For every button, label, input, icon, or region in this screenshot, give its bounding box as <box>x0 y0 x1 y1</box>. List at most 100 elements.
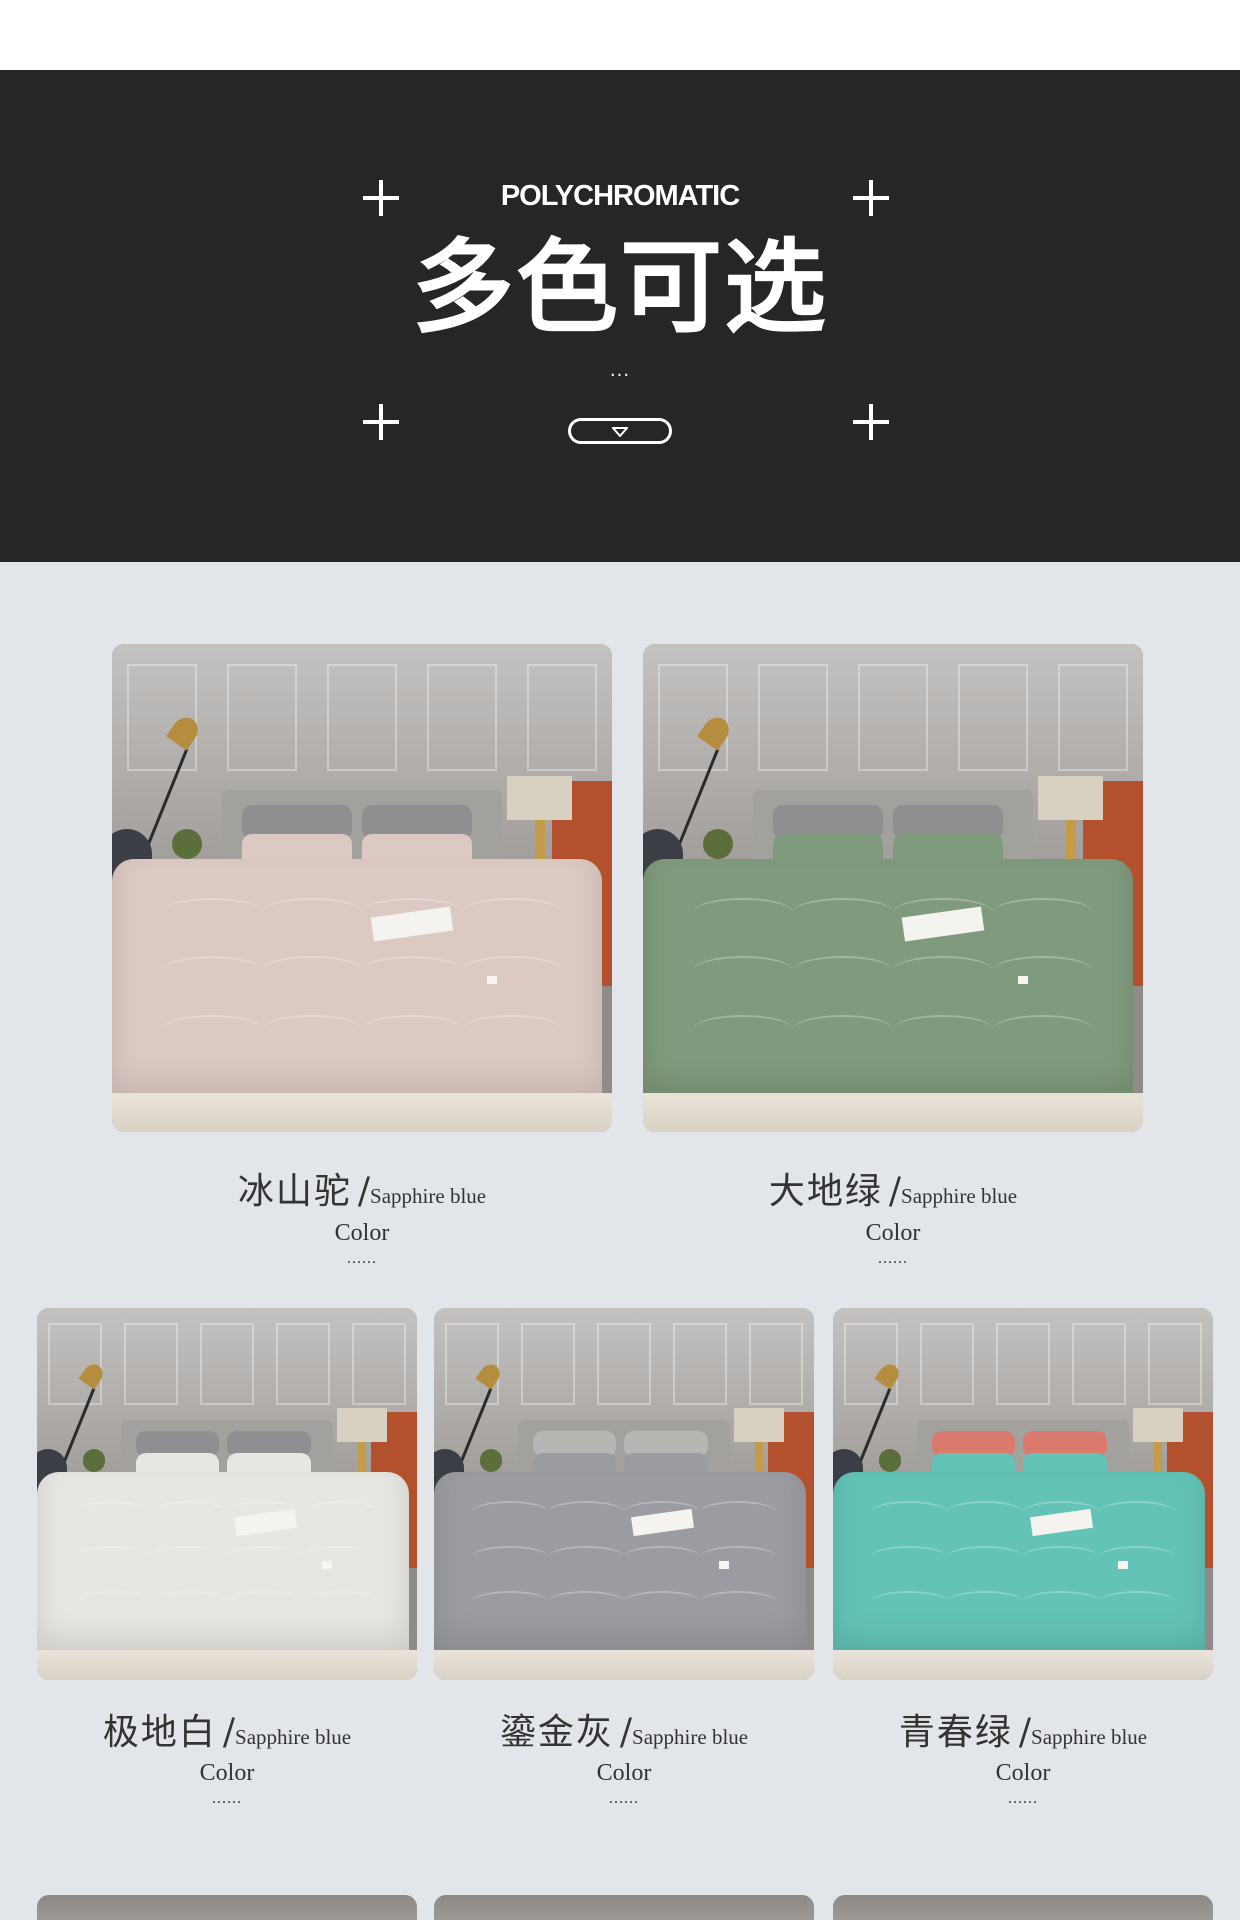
product-card-partial[interactable] <box>833 1895 1213 1920</box>
quilt-stitch <box>151 1546 227 1568</box>
color-label: Color <box>865 1220 921 1246</box>
color-label: Color <box>995 1760 1051 1786</box>
table-lamp <box>337 1408 387 1442</box>
quilt-stitch <box>151 1501 227 1523</box>
quilt-stitch <box>262 1014 362 1044</box>
color-label: Color <box>334 1220 390 1246</box>
quilt-stitch <box>262 897 362 927</box>
product-card[interactable] <box>833 1308 1213 1680</box>
product-english-name: Sapphire blue <box>235 1725 352 1749</box>
product-caption: 大地绿/Sapphire blue <box>643 1162 1143 1214</box>
table-lamp <box>1133 1408 1183 1442</box>
quilt-stitch <box>362 1014 462 1044</box>
flowers <box>172 829 202 859</box>
table-lamp <box>507 775 572 820</box>
product-card[interactable] <box>112 644 612 1132</box>
product-name: 青春绿 <box>898 1712 1013 1753</box>
wall-panel <box>749 1322 803 1405</box>
flowers <box>878 1449 902 1472</box>
duvet <box>112 858 602 1103</box>
product-english-name: Sapphire blue <box>1031 1725 1148 1749</box>
product-english-name: Sapphire blue <box>632 1725 749 1749</box>
plus-icon <box>363 180 399 216</box>
bedroom-photo <box>643 644 1143 1132</box>
bedroom-photo <box>833 1308 1213 1680</box>
wall-panel <box>1058 663 1128 771</box>
product-name: 极地白 <box>102 1712 217 1753</box>
quilt-stitch <box>1099 1546 1175 1568</box>
wall-panel <box>276 1322 330 1405</box>
quilt-stitch <box>75 1501 151 1523</box>
quilt-stitch <box>462 956 562 985</box>
label-tag <box>1018 975 1028 984</box>
quilt-stitch <box>871 1501 947 1523</box>
banner-title: 多色可选 <box>412 229 828 348</box>
quilt-stitch <box>793 956 893 985</box>
wall-panel <box>673 1322 727 1405</box>
quilt-stitch <box>462 1014 562 1044</box>
product-caption: 青春绿/Sapphire blue <box>833 1703 1213 1755</box>
wall-panel <box>124 1322 178 1405</box>
wall-panel <box>758 663 828 771</box>
quilt-stitch <box>793 897 893 927</box>
quilt-stitch <box>993 1014 1093 1044</box>
quilt-stitch <box>993 897 1093 927</box>
product-card-partial[interactable] <box>37 1895 417 1920</box>
color-dots: ...... <box>878 1250 908 1267</box>
quilt-stitch <box>871 1546 947 1568</box>
quilt-stitch <box>693 1014 793 1044</box>
quilt-stitch <box>793 1014 893 1044</box>
flowers <box>82 1449 106 1472</box>
quilt-stitch <box>303 1590 379 1613</box>
product-card[interactable] <box>434 1308 814 1680</box>
wall-panel <box>1148 1322 1202 1405</box>
rug <box>37 1650 417 1680</box>
quilt-stitch <box>1099 1590 1175 1613</box>
quilt-stitch <box>548 1501 624 1523</box>
quilt-stitch <box>227 1590 303 1613</box>
product-card-partial[interactable] <box>434 1895 814 1920</box>
quilt-stitch <box>303 1501 379 1523</box>
label-tag <box>487 975 497 984</box>
quilt-stitch <box>548 1546 624 1568</box>
quilt-stitch <box>693 897 793 927</box>
quilt-stitch <box>893 1014 993 1044</box>
product-name: 鎏金灰 <box>499 1712 614 1753</box>
product-card[interactable] <box>643 644 1143 1132</box>
quilt-stitch <box>303 1546 379 1568</box>
duvet <box>37 1471 410 1658</box>
table-lamp <box>1038 775 1103 820</box>
quilt-stitch <box>472 1590 548 1613</box>
quilt-stitch <box>162 956 262 985</box>
caption-slash: / <box>619 1712 633 1753</box>
quilt-stitch <box>700 1501 776 1523</box>
rug <box>643 1092 1143 1132</box>
quilt-stitch <box>624 1590 700 1613</box>
header-banner: POLYCHROMATIC 多色可选 ... <box>0 70 1240 562</box>
product-english-name: Sapphire blue <box>370 1184 487 1208</box>
product-card[interactable] <box>37 1308 417 1680</box>
color-label: Color <box>199 1760 255 1786</box>
rug <box>112 1092 612 1132</box>
product-name: 冰山驼 <box>237 1171 352 1212</box>
bedroom-photo <box>434 1308 814 1680</box>
wall-panel <box>996 1322 1050 1405</box>
quilt-stitch <box>548 1590 624 1613</box>
duvet <box>643 858 1133 1103</box>
quilt-stitch <box>462 897 562 927</box>
rug <box>833 1650 1213 1680</box>
wall-panel <box>858 663 928 771</box>
wall-panel <box>597 1322 651 1405</box>
wall-panel <box>327 663 397 771</box>
color-dots: ...... <box>212 1790 242 1807</box>
caption-slash: / <box>888 1171 902 1212</box>
quilt-stitch <box>624 1546 700 1568</box>
quilt-stitch <box>262 956 362 985</box>
color-dots: ...... <box>1008 1790 1038 1807</box>
quilt-stitch <box>947 1501 1023 1523</box>
banner-subtitle: POLYCHROMATIC <box>500 180 740 212</box>
bedroom-photo <box>112 644 612 1132</box>
plus-icon <box>853 180 889 216</box>
scroll-down-button[interactable] <box>568 418 672 444</box>
quilt-stitch <box>362 956 462 985</box>
